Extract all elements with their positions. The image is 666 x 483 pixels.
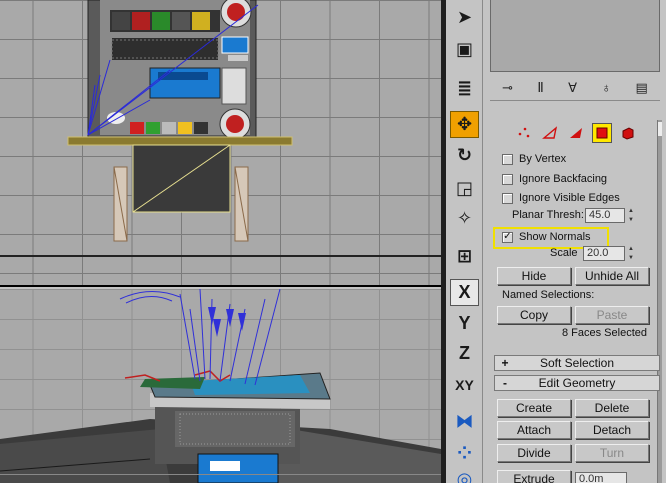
attach-button[interactable]: Attach: [497, 421, 571, 439]
edit-geometry-title: Edit Geometry: [538, 376, 616, 390]
planar-thresh-field[interactable]: 45.0: [585, 208, 625, 223]
modifier-preview-area: [490, 0, 660, 72]
extrude-amount-field[interactable]: 0.0m: [575, 472, 627, 483]
planar-thresh-spinner[interactable]: ▲ ▼: [627, 208, 635, 223]
scale-label: Scale: [550, 247, 578, 259]
snap-icon[interactable]: ⊞: [450, 243, 479, 270]
paste-button[interactable]: Paste: [575, 306, 649, 324]
by-vertex-checkbox[interactable]: [502, 153, 513, 165]
axis-xy-icon[interactable]: XY: [450, 371, 479, 398]
remove-modifier-icon[interactable]: ♁: [601, 80, 611, 95]
show-normals-option[interactable]: ✓ Show Normals: [502, 228, 591, 246]
by-vertex-option[interactable]: By Vertex: [502, 150, 566, 168]
soft-selection-title: Soft Selection: [539, 356, 615, 370]
delete-button[interactable]: Delete: [575, 399, 649, 417]
by-vertex-label: By Vertex: [519, 153, 567, 165]
main-toolbar: ➤ ▣ ≣ ✥ ↻ ◲ ✧ ⊞ X Y Z XY ⧓ ⁘ ◎: [446, 0, 483, 483]
axis-y-icon[interactable]: Y: [450, 310, 479, 337]
named-selections-label: Named Selections:: [502, 289, 595, 301]
make-unique-icon[interactable]: ∀: [568, 80, 577, 96]
perspective-viewport[interactable]: [0, 289, 441, 483]
perspective-viewport-geometry: [0, 289, 441, 483]
configure-sets-icon[interactable]: ▤: [636, 80, 648, 96]
planar-thresh-label: Planar Thresh:: [512, 209, 584, 221]
hide-button[interactable]: Hide: [497, 267, 571, 285]
unhide-all-button[interactable]: Unhide All: [575, 267, 649, 285]
subobject-selection-icons: [500, 121, 640, 145]
axis-z-icon[interactable]: Z: [450, 340, 479, 367]
select-by-name-icon[interactable]: ≣: [450, 75, 479, 102]
align-icon[interactable]: ◎: [450, 466, 479, 483]
scale-field[interactable]: 20.0: [583, 246, 625, 261]
top-viewport-geometry: [67, 0, 293, 242]
scrollbar-thumb[interactable]: [658, 122, 662, 136]
edge-icon[interactable]: [540, 123, 560, 143]
top-viewport[interactable]: [0, 0, 441, 287]
ignore-visible-edges-checkbox[interactable]: [502, 192, 513, 204]
pin-stack-icon[interactable]: ⊸: [502, 80, 513, 96]
panel-scrollbar[interactable]: [657, 120, 662, 483]
ignore-visible-edges-label: Ignore Visible Edges: [519, 192, 620, 204]
ignore-visible-edges-option[interactable]: Ignore Visible Edges: [502, 189, 620, 207]
rollout-expand-icon: +: [501, 356, 509, 370]
show-normals-label: Show Normals: [519, 231, 591, 243]
copy-button[interactable]: Copy: [497, 306, 571, 324]
soft-selection-rollout[interactable]: + Soft Selection: [494, 355, 660, 371]
ignore-backfacing-label: Ignore Backfacing: [519, 173, 608, 185]
manipulate-icon[interactable]: ✧: [450, 205, 479, 232]
detach-button[interactable]: Detach: [575, 421, 649, 439]
create-button[interactable]: Create: [497, 399, 571, 417]
polygon-icon[interactable]: [592, 123, 612, 143]
region-select-icon[interactable]: ▣: [450, 36, 479, 63]
show-end-result-icon[interactable]: Ⅱ: [537, 80, 543, 96]
selection-status: 8 Faces Selected: [562, 327, 647, 339]
ignore-backfacing-option[interactable]: Ignore Backfacing: [502, 170, 607, 188]
axis-x-icon[interactable]: X: [450, 279, 479, 306]
turn-button[interactable]: Turn: [575, 444, 649, 462]
array-icon[interactable]: ⁘: [450, 440, 479, 467]
rollout-collapse-icon: -: [503, 376, 507, 390]
divide-button[interactable]: Divide: [497, 444, 571, 462]
extrude-button[interactable]: Extrude: [497, 470, 571, 483]
face-icon[interactable]: [566, 123, 586, 143]
mirror-icon[interactable]: ⧓: [450, 408, 479, 435]
ignore-backfacing-checkbox[interactable]: [502, 173, 513, 185]
element-icon[interactable]: [618, 123, 638, 143]
vertex-icon[interactable]: [514, 123, 534, 143]
modifier-stack-tools: ⊸ Ⅱ ∀ ♁ ▤: [490, 75, 660, 101]
scale-spinner[interactable]: ▲ ▼: [627, 246, 635, 261]
move-icon[interactable]: ✥: [450, 111, 479, 138]
rotate-icon[interactable]: ↻: [450, 142, 479, 169]
select-arrow-icon[interactable]: ➤: [450, 4, 479, 31]
show-normals-checkbox[interactable]: ✓: [502, 231, 513, 243]
scale-icon[interactable]: ◲: [450, 175, 479, 202]
edit-geometry-rollout[interactable]: - Edit Geometry: [494, 375, 660, 391]
